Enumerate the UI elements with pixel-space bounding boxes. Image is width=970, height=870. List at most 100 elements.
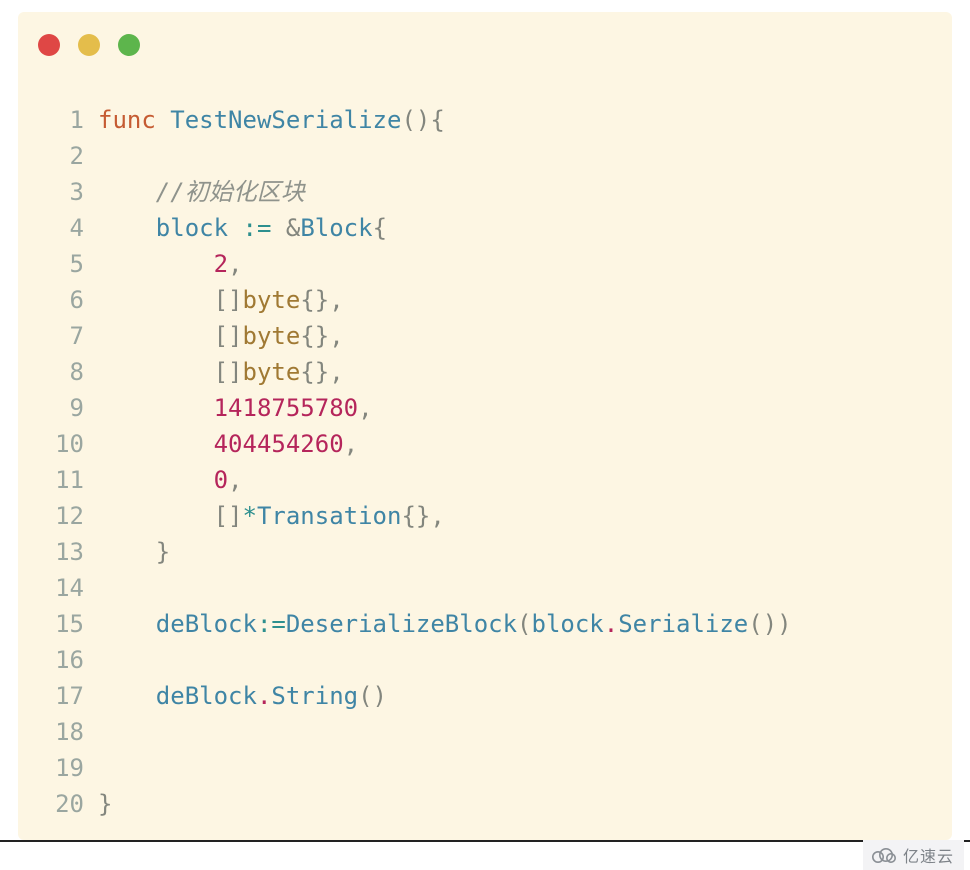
code-card: 1func TestNewSerialize(){23 //初始化区块4 blo…: [18, 12, 952, 840]
code-token: 1418755780: [214, 394, 359, 422]
line-content: []*Transation{},: [98, 498, 952, 534]
code-line: 15 deBlock:=DeserializeBlock(block.Seria…: [18, 606, 952, 642]
line-number: 9: [18, 390, 98, 426]
code-token: :=: [243, 214, 272, 242]
code-token: []: [98, 286, 243, 314]
window-traffic-lights: [38, 34, 140, 56]
code-token: //初始化区块: [156, 178, 305, 206]
line-number: 4: [18, 210, 98, 246]
code-token: [156, 106, 170, 134]
maximize-icon: [118, 34, 140, 56]
code-token: }: [98, 790, 112, 818]
cloud-icon: [869, 846, 897, 864]
code-token: func: [98, 106, 156, 134]
code-token: :=: [257, 610, 286, 638]
code-token: ,: [344, 430, 358, 458]
line-content: 1418755780,: [98, 390, 952, 426]
code-token: byte: [243, 358, 301, 386]
code-token: {},: [401, 502, 444, 530]
line-content: //初始化区块: [98, 174, 952, 210]
code-token: .: [257, 682, 271, 710]
minimize-icon: [78, 34, 100, 56]
line-number: 10: [18, 426, 98, 462]
code-token: [98, 394, 214, 422]
code-token: deBlock: [156, 682, 257, 710]
code-token: (): [358, 682, 387, 710]
line-content: [98, 714, 952, 750]
code-token: .: [604, 610, 618, 638]
watermark: 亿速云: [863, 840, 964, 870]
code-token: [98, 610, 156, 638]
line-content: }: [98, 786, 952, 822]
line-number: 8: [18, 354, 98, 390]
code-token: ,: [228, 466, 242, 494]
code-line: 17 deBlock.String(): [18, 678, 952, 714]
code-line: 7 []byte{},: [18, 318, 952, 354]
line-content: []byte{},: [98, 318, 952, 354]
line-number: 19: [18, 750, 98, 786]
line-number: 20: [18, 786, 98, 822]
code-token: 2: [214, 250, 228, 278]
code-token: byte: [243, 322, 301, 350]
code-token: ,: [358, 394, 372, 422]
line-number: 7: [18, 318, 98, 354]
line-content: [98, 750, 952, 786]
code-line: 14: [18, 570, 952, 606]
code-line: 2: [18, 138, 952, 174]
line-content: [98, 138, 952, 174]
line-content: block := &Block{: [98, 210, 952, 246]
code-token: TestNewSerialize: [170, 106, 401, 134]
code-token: &: [286, 214, 300, 242]
code-token: [98, 214, 156, 242]
line-number: 5: [18, 246, 98, 282]
line-number: 12: [18, 498, 98, 534]
line-number: 2: [18, 138, 98, 174]
line-content: deBlock.String(): [98, 678, 952, 714]
code-token: [271, 214, 285, 242]
code-line: 12 []*Transation{},: [18, 498, 952, 534]
line-content: 2,: [98, 246, 952, 282]
line-number: 11: [18, 462, 98, 498]
code-line: 11 0,: [18, 462, 952, 498]
line-number: 17: [18, 678, 98, 714]
code-line: 20}: [18, 786, 952, 822]
code-token: Serialize: [618, 610, 748, 638]
code-token: }: [98, 538, 170, 566]
code-token: []: [98, 502, 243, 530]
code-token: *: [243, 502, 257, 530]
line-number: 6: [18, 282, 98, 318]
code-token: 404454260: [214, 430, 344, 458]
code-line: 5 2,: [18, 246, 952, 282]
close-icon: [38, 34, 60, 56]
code-token: {},: [300, 286, 343, 314]
code-line: 6 []byte{},: [18, 282, 952, 318]
line-number: 16: [18, 642, 98, 678]
line-number: 3: [18, 174, 98, 210]
code-line: 1func TestNewSerialize(){: [18, 102, 952, 138]
code-token: 0: [214, 466, 228, 494]
code-token: Transation: [257, 502, 402, 530]
line-content: 0,: [98, 462, 952, 498]
page: 1func TestNewSerialize(){23 //初始化区块4 blo…: [0, 0, 970, 870]
code-line: 16: [18, 642, 952, 678]
line-content: [98, 642, 952, 678]
code-token: [98, 250, 214, 278]
code-token: (){: [401, 106, 444, 134]
watermark-text: 亿速云: [903, 843, 954, 867]
line-content: []byte{},: [98, 354, 952, 390]
code-token: Block: [300, 214, 372, 242]
code-token: block: [156, 214, 228, 242]
code-token: [98, 466, 214, 494]
line-number: 14: [18, 570, 98, 606]
line-content: 404454260,: [98, 426, 952, 462]
code-token: block: [532, 610, 604, 638]
code-token: {},: [300, 322, 343, 350]
line-number: 1: [18, 102, 98, 138]
line-content: deBlock:=DeserializeBlock(block.Serializ…: [98, 606, 952, 642]
code-token: (: [517, 610, 531, 638]
code-token: []: [98, 322, 243, 350]
code-token: [228, 214, 242, 242]
code-token: deBlock: [156, 610, 257, 638]
code-line: 8 []byte{},: [18, 354, 952, 390]
line-number: 13: [18, 534, 98, 570]
